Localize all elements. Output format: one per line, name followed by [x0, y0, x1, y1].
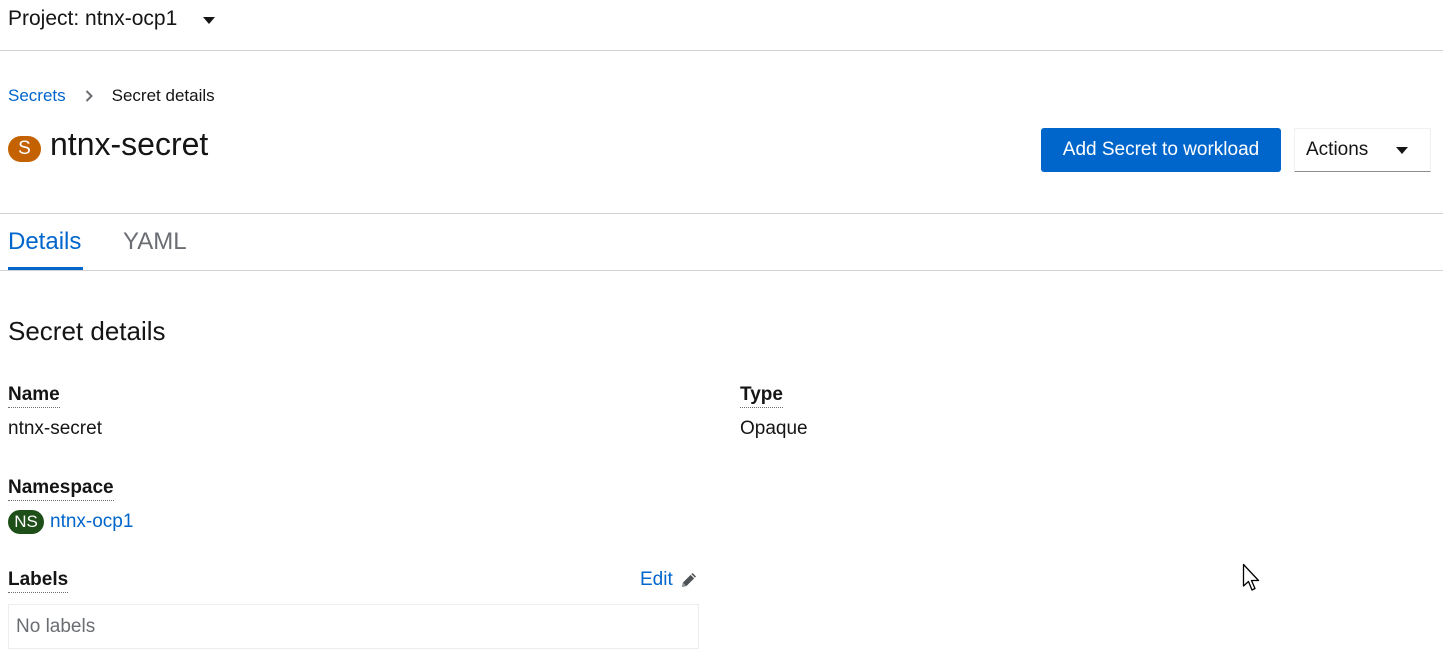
name-value: ntnx-secret	[8, 418, 102, 439]
breadcrumb-link-secrets[interactable]: Secrets	[8, 86, 66, 106]
edit-label: Edit	[640, 569, 673, 590]
type-label[interactable]: Type	[740, 384, 783, 408]
caret-down-icon	[203, 16, 216, 24]
page-title: ntnx-secret	[50, 126, 209, 162]
breadcrumb-current: Secret details	[111, 86, 215, 105]
tab-details[interactable]: Details	[8, 228, 81, 256]
actions-dropdown[interactable]: Actions	[1294, 128, 1431, 172]
project-label: Project: ntnx-ocp1	[8, 7, 178, 30]
page-heading: S ntnx-secret	[8, 126, 208, 163]
edit-labels-button[interactable]: Edit	[640, 569, 699, 591]
secret-resource-badge: S	[8, 135, 41, 162]
mouse-cursor-icon	[1242, 563, 1260, 591]
no-labels-text: No labels	[16, 615, 96, 637]
breadcrumb: Secrets Secret details	[8, 86, 215, 106]
namespace-badge: NS	[8, 510, 44, 534]
labels-box: No labels	[8, 604, 699, 649]
add-secret-to-workload-button[interactable]: Add Secret to workload	[1041, 128, 1281, 172]
type-value: Opaque	[740, 418, 808, 439]
section-title: Secret details	[8, 316, 166, 346]
project-selector[interactable]: Project: ntnx-ocp1	[8, 7, 216, 31]
active-tab-indicator	[8, 267, 83, 270]
caret-down-icon	[1396, 146, 1408, 154]
tab-yaml[interactable]: YAML	[123, 228, 187, 256]
chevron-right-icon	[82, 90, 96, 102]
pencil-icon	[681, 573, 696, 587]
project-bar: Project: ntnx-ocp1	[0, 0, 1443, 51]
name-label[interactable]: Name	[8, 384, 60, 408]
labels-label[interactable]: Labels	[8, 569, 69, 593]
tab-bar: Details YAML	[0, 214, 1443, 271]
namespace-value: NS ntnx-ocp1	[8, 510, 133, 534]
namespace-link[interactable]: ntnx-ocp1	[50, 511, 133, 533]
actions-label: Actions	[1306, 139, 1369, 160]
namespace-label[interactable]: Namespace	[8, 477, 114, 501]
